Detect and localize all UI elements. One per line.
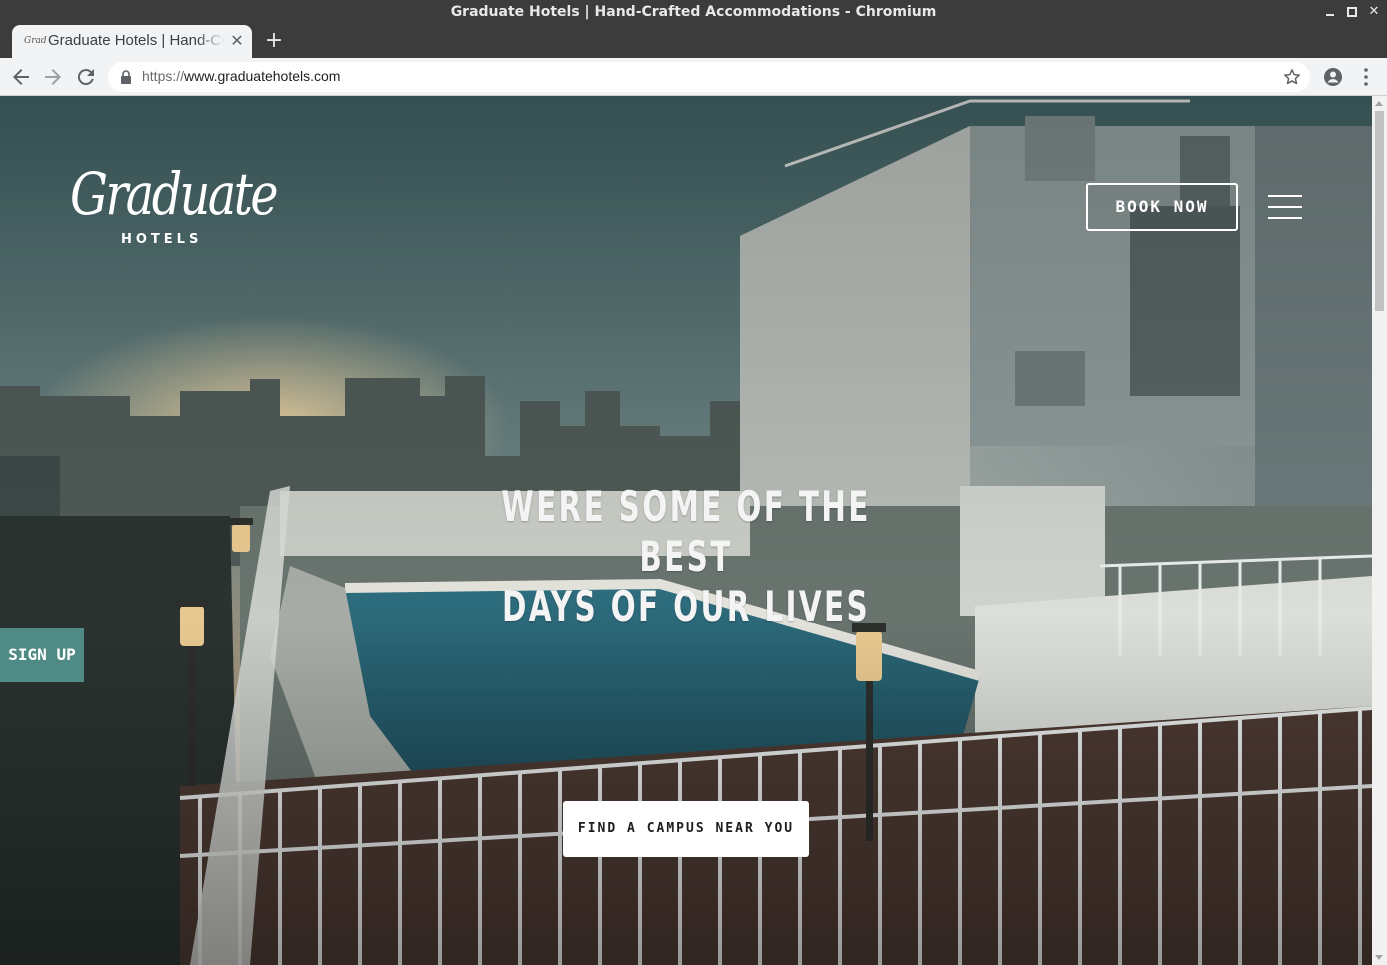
logo-subtitle: HOTELS: [121, 232, 203, 247]
back-arrow-icon[interactable]: [9, 65, 33, 89]
browser-toolbar: https://www.graduatehotels.com: [0, 58, 1387, 96]
minimize-button[interactable]: [1321, 3, 1339, 21]
page-scrollbar[interactable]: [1372, 96, 1387, 965]
url-scheme: https://: [142, 68, 185, 84]
scroll-down-arrow-icon[interactable]: [1375, 955, 1383, 960]
hamburger-line: [1268, 206, 1302, 208]
hero-headline-line-1: WERE SOME OF THE BEST: [501, 482, 871, 581]
hamburger-line: [1268, 217, 1302, 219]
logo-script: Graduate: [70, 160, 279, 228]
scroll-up-arrow-icon[interactable]: [1375, 101, 1383, 106]
scrollbar-thumb[interactable]: [1375, 111, 1384, 311]
hero-headline-line-2: DAYS OF OUR LIVES: [501, 582, 871, 631]
graduate-favicon-icon: Grad: [24, 36, 47, 46]
tab-title: Graduate Hotels | Hand-Crafted Accommoda…: [48, 32, 224, 49]
hero-headline: WERE SOME OF THE BEST DAYS OF OUR LIVES: [452, 482, 920, 632]
new-tab-button[interactable]: +: [262, 29, 286, 53]
hamburger-line: [1268, 195, 1302, 197]
address-bar[interactable]: https://www.graduatehotels.com: [108, 62, 1310, 92]
maximize-button[interactable]: [1343, 3, 1361, 21]
forward-arrow-icon[interactable]: [41, 65, 65, 89]
close-window-button[interactable]: ✕: [1365, 3, 1383, 21]
browser-tab[interactable]: Grad Graduate Hotels | Hand-Crafted Acco…: [12, 25, 252, 58]
tab-close-icon[interactable]: ✕: [228, 31, 246, 51]
window-titlebar: Graduate Hotels | Hand-Crafted Accommoda…: [0, 0, 1387, 24]
graduate-hotels-logo[interactable]: Graduate HOTELS: [70, 158, 279, 254]
menu-dots-icon[interactable]: [1356, 66, 1376, 88]
star-icon[interactable]: [1282, 67, 1302, 87]
book-now-button[interactable]: BOOK NOW: [1086, 183, 1238, 231]
lock-icon: [121, 70, 131, 84]
sign-up-button[interactable]: SIGN UP: [0, 628, 84, 682]
reload-icon[interactable]: [74, 65, 98, 89]
profile-icon[interactable]: [1322, 66, 1344, 88]
window-title: Graduate Hotels | Hand-Crafted Accommoda…: [450, 4, 937, 20]
page-viewport: Graduate HOTELS BOOK NOW WERE SOME OF TH…: [0, 96, 1372, 965]
hamburger-menu-icon[interactable]: [1268, 193, 1302, 221]
tab-strip: Grad Graduate Hotels | Hand-Crafted Acco…: [0, 24, 1387, 58]
url-text[interactable]: https://www.graduatehotels.com: [142, 68, 340, 84]
url-host: www.graduatehotels.com: [184, 68, 341, 84]
find-campus-button[interactable]: FIND A CAMPUS NEAR YOU: [563, 801, 809, 857]
